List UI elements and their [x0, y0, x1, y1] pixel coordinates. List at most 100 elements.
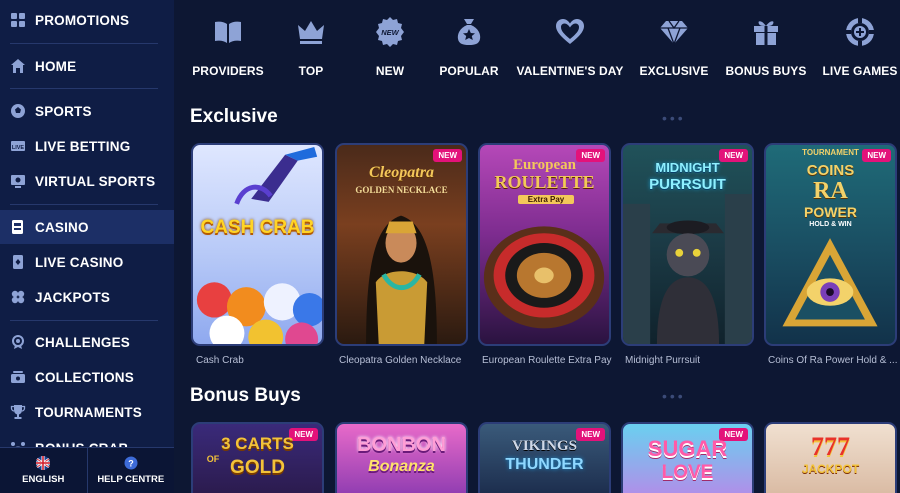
language-label: ENGLISH — [22, 474, 65, 485]
svg-text:LIVE: LIVE — [12, 145, 25, 151]
game-card-3-carts-of-gold[interactable]: NEW 3 CARTS OF GOLD — [191, 422, 324, 493]
game-art-subtitle: ROULETTE — [494, 172, 595, 192]
category-label: EXCLUSIVE — [639, 64, 709, 78]
category-live-games[interactable]: LIVE GAMES — [822, 14, 898, 84]
divider — [10, 43, 158, 44]
trophy-icon — [10, 404, 26, 420]
game-card-cash-crab[interactable]: CASH CRAB — [191, 143, 324, 346]
category-providers[interactable]: PROVIDERS — [192, 14, 264, 84]
football-icon — [10, 103, 26, 119]
category-exclusive[interactable]: EXCLUSIVE — [639, 14, 709, 84]
sidebar-item-label: VIRTUAL SPORTS — [35, 173, 156, 189]
sidebar-item-label: CHALLENGES — [35, 334, 131, 350]
book-icon — [210, 14, 246, 50]
language-selector[interactable]: ENGLISH — [0, 448, 87, 493]
category-label: PROVIDERS — [192, 64, 264, 78]
game-name: European Roulette Extra Pay — [482, 355, 612, 366]
game-art-subtitle: JACKPOT — [801, 462, 860, 476]
game-art-title: COINS — [806, 162, 855, 179]
game-art-title: MIDNIGHT — [655, 160, 720, 175]
home-icon — [10, 58, 26, 74]
divider — [10, 320, 158, 321]
clover-icon — [10, 289, 26, 305]
game-name: Midnight Purrsuit — [625, 355, 701, 366]
new-badge: NEW — [433, 149, 462, 162]
sidebar-item-casino[interactable]: CASINO — [0, 210, 174, 244]
sidebar-item-label: CASINO — [35, 219, 89, 235]
sidebar-item-live-betting[interactable]: LIVE LIVE BETTING — [0, 129, 174, 163]
game-card-777-jackpot[interactable]: 777 JACKPOT — [764, 422, 897, 493]
game-art-title: 777 — [811, 432, 850, 461]
crown-icon — [293, 14, 329, 50]
heart-icon — [552, 14, 588, 50]
divider — [10, 88, 158, 89]
new-seal-text: NEW — [381, 28, 399, 37]
new-seal-icon: NEW — [372, 14, 408, 50]
gift-grid-icon — [10, 12, 26, 28]
category-valentines-day[interactable]: VALENTINE'S DAY — [516, 14, 624, 84]
sidebar-item-label: HOME — [35, 58, 77, 74]
category-label: LIVE GAMES — [822, 64, 898, 78]
game-art-title: 3 CARTS — [221, 434, 294, 453]
gift-icon — [748, 14, 784, 50]
game-card-vikings-thunder[interactable]: NEW VIKINGS THUNDER — [478, 422, 611, 493]
category-top[interactable]: TOP — [281, 14, 341, 84]
sidebar-item-promotions[interactable]: PROMOTIONS — [0, 3, 174, 37]
sidebar-item-tournaments[interactable]: TOURNAMENTS — [0, 395, 174, 429]
game-card-european-roulette[interactable]: NEW European ROULETTE Extra Pay — [478, 143, 611, 346]
sidebar-item-label: COLLECTIONS — [35, 369, 134, 385]
money-bag-icon — [451, 14, 487, 50]
card-icon — [10, 254, 26, 270]
game-name: Cash Crab — [196, 355, 244, 366]
sidebar-item-home[interactable]: HOME — [0, 49, 174, 83]
category-label: POPULAR — [439, 64, 499, 78]
category-label: TOP — [298, 64, 324, 78]
monitor-icon — [10, 173, 26, 189]
sidebar-item-sports[interactable]: SPORTS — [0, 94, 174, 128]
game-artwork — [196, 146, 322, 344]
sidebar-item-collections[interactable]: COLLECTIONS — [0, 360, 174, 394]
sidebar-footer: ENGLISH ? HELP CENTRE — [0, 447, 174, 493]
game-art-tag: Extra Pay — [518, 195, 574, 204]
game-card-bonbon-bonanza[interactable]: BONBON Bonanza — [335, 422, 468, 493]
help-centre-button[interactable]: ? HELP CENTRE — [86, 448, 175, 493]
svg-text:?: ? — [128, 459, 134, 469]
category-label: VALENTINE'S DAY — [516, 64, 624, 78]
game-card-sugar-love[interactable]: NEW SUGAR LOVE — [621, 422, 754, 493]
sidebar-item-virtual-sports[interactable]: VIRTUAL SPORTS — [0, 164, 174, 198]
sidebar-item-label: SPORTS — [35, 103, 92, 119]
category-bonus-buys[interactable]: BONUS BUYS — [725, 14, 807, 84]
game-art-title: VIKINGS — [511, 438, 578, 454]
game-name: Cleopatra Golden Necklace — [339, 355, 462, 366]
category-new[interactable]: NEW NEW — [360, 14, 420, 84]
game-art-subtitle: PURRSUIT — [649, 176, 726, 193]
sidebar-item-label: LIVE CASINO — [35, 254, 124, 270]
uk-flag-icon — [36, 456, 51, 470]
category-label: NEW — [375, 64, 405, 78]
game-card-coins-of-ra[interactable]: NEW TOURNAMENT COINS RA POWER HOLD & WIN — [764, 143, 897, 346]
help-label: HELP CENTRE — [97, 474, 165, 485]
game-art-subtitle: LOVE — [661, 462, 714, 483]
game-art-mid: RA — [813, 178, 848, 204]
game-art-title: BONBON — [357, 434, 446, 456]
carousel-dots[interactable]: ••• — [662, 388, 686, 404]
sidebar-item-live-casino[interactable]: LIVE CASINO — [0, 245, 174, 279]
casino-icon — [10, 219, 26, 235]
game-art-title: Cleopatra — [369, 164, 434, 181]
game-card-cleopatra[interactable]: NEW Cleopatra GOLDEN NECKLACE — [335, 143, 468, 346]
game-art-tag: HOLD & WIN — [809, 221, 852, 228]
game-art-subtitle: THUNDER — [505, 456, 584, 473]
category-label: BONUS BUYS — [725, 64, 807, 78]
game-art-title: CASH CRAB — [200, 217, 315, 238]
sidebar-item-challenges[interactable]: CHALLENGES — [0, 325, 174, 359]
game-art-subtitle: GOLDEN NECKLACE — [355, 185, 448, 195]
chip-icon — [842, 14, 878, 50]
sidebar-item-label: LIVE BETTING — [35, 138, 131, 154]
game-art-top: TOURNAMENT — [802, 148, 859, 157]
sidebar-item-jackpots[interactable]: JACKPOTS — [0, 280, 174, 314]
game-art-subtitle: GOLD — [230, 457, 285, 478]
game-card-midnight-purrsuit[interactable]: NEW MIDNIGHT PURRSUIT — [621, 143, 754, 346]
divider — [10, 204, 158, 205]
carousel-dots[interactable]: ••• — [662, 110, 686, 126]
category-popular[interactable]: POPULAR — [436, 14, 502, 84]
